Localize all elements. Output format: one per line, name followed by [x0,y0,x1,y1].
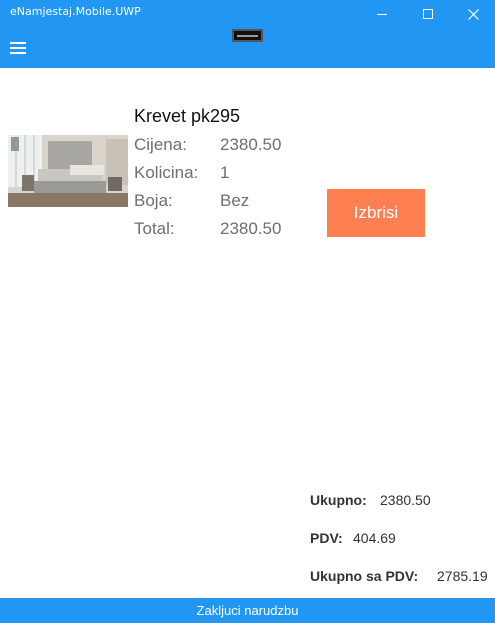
quantity-label: Kolicina: [134,163,199,182]
app-title: eNamjestaj.Mobile.UWP [10,5,141,18]
total-with-vat-value: 2785.19 [437,568,488,584]
item-total-value: 2380.50 [220,219,282,238]
price-label: Cijena: [134,135,187,154]
color-value: Bez [220,191,250,210]
product-name: Krevet pk295 [134,106,241,126]
product-image [8,135,128,207]
delete-item-button[interactable]: Izbrisi [327,189,425,237]
debug-toolbar-handle[interactable] [232,29,263,42]
app-window: eNamjestaj.Mobile.UWP Krevet pk295 Cijen… [0,0,495,623]
close-button[interactable] [450,0,495,28]
checkout-button[interactable]: Zakljuci narudzbu [0,598,495,623]
order-total-label: Ukupno: [310,492,367,508]
item-total-label: Total: [134,219,175,238]
vat-label: PDV: [310,530,343,546]
order-total-value: 2380.50 [380,492,431,508]
minimize-button[interactable] [359,0,405,28]
close-icon [467,8,479,20]
total-with-vat-label: Ukupno sa PDV: [310,568,419,584]
hamburger-menu-icon[interactable] [6,38,30,58]
quantity-value: 1 [220,163,230,182]
price-value: 2380.50 [220,135,282,154]
maximize-icon [423,9,433,19]
minimize-icon [377,13,387,15]
maximize-button[interactable] [405,0,451,28]
command-bar [0,28,495,68]
bed-photo-icon [8,135,128,207]
vat-value: 404.69 [353,530,396,546]
color-label: Boja: [134,191,173,210]
title-bar: eNamjestaj.Mobile.UWP [0,0,495,28]
